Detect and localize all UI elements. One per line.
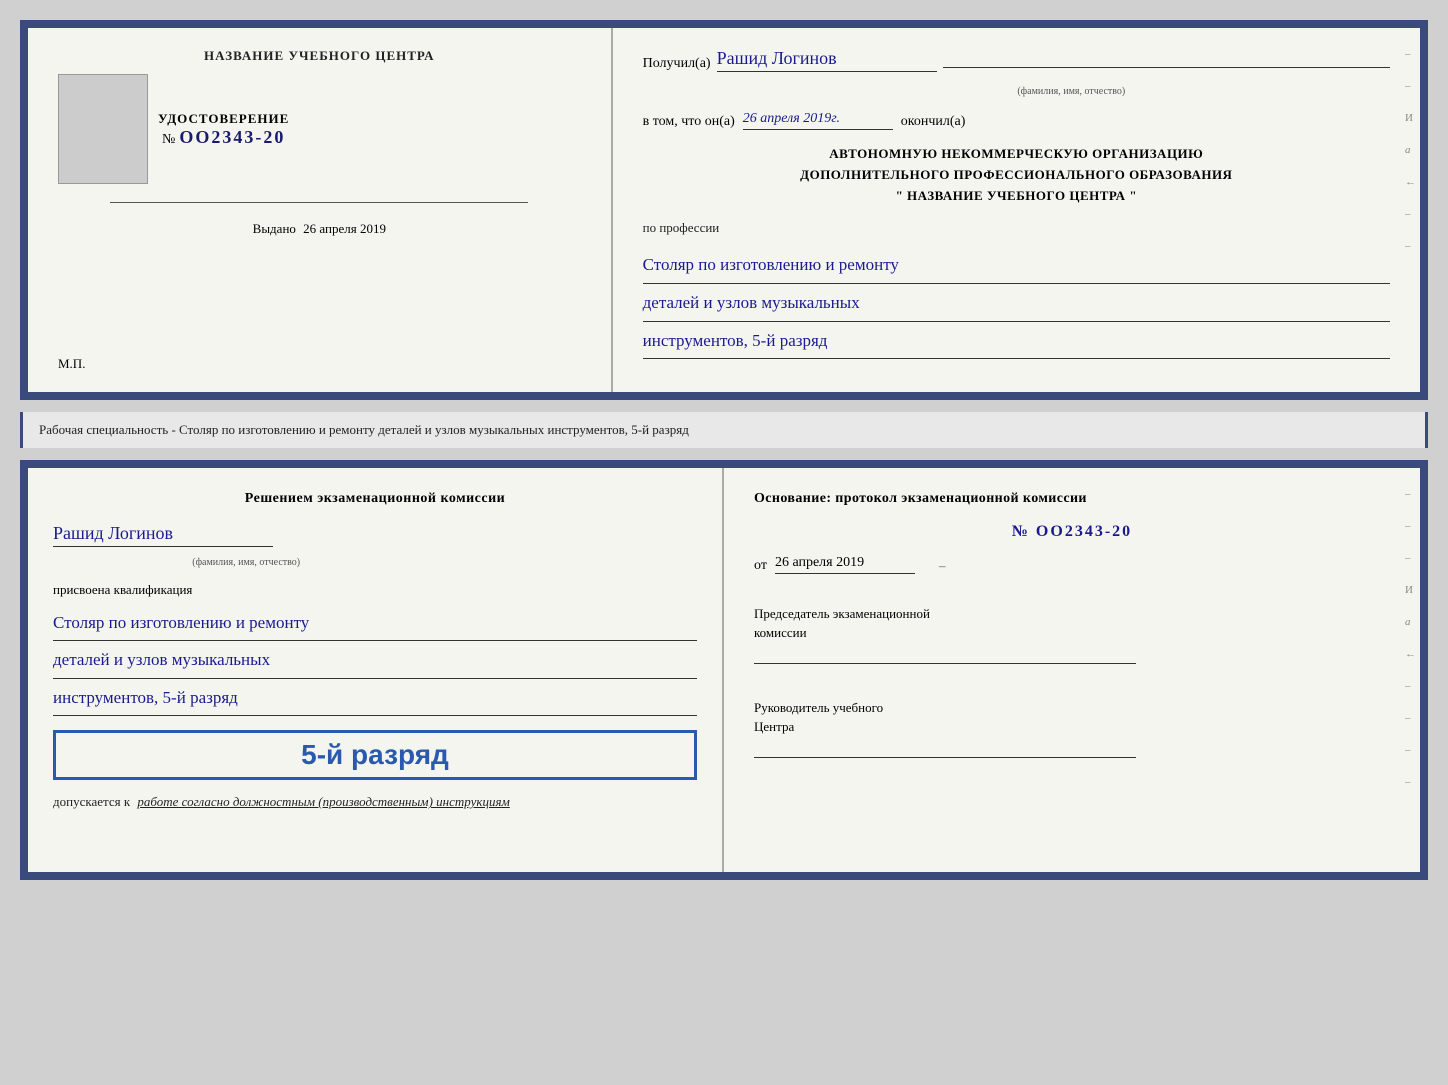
rukovoditel-block: Руководитель учебного Центра: [754, 698, 1390, 758]
vtom-date: 26 апреля 2019г.: [743, 111, 893, 130]
prof-line1: Столяр по изготовлению и ремонту: [643, 250, 1390, 284]
recipient-line: Получил(а) Рашид Логинов: [643, 48, 1390, 72]
protocol-number: № OO2343-20: [754, 523, 1390, 541]
prof-line2: деталей и узлов музыкальных: [643, 288, 1390, 322]
predsedatel-label2: комиссии: [754, 625, 807, 640]
profession-block-top: Столяр по изготовлению и ремонту деталей…: [643, 250, 1390, 359]
cert-number: OO2343-20: [179, 127, 285, 148]
recipient-name: Рашид Логинов: [717, 48, 937, 72]
middle-strip: Рабочая специальность - Столяр по изгото…: [20, 412, 1428, 448]
fio-sublabel-top: (фамилия, имя, отчество): [753, 86, 1390, 97]
cert-number-block: УДОСТОВЕРЕНИЕ № OO2343-20: [158, 111, 289, 148]
middle-text: Рабочая специальность - Столяр по изгото…: [39, 422, 689, 437]
dopuskaetsya-value: работе согласно должностным (производств…: [137, 794, 509, 809]
poluchil-label: Получил(а): [643, 56, 711, 72]
ot-date: 26 апреля 2019: [775, 555, 915, 574]
udostoverenie-label: УДОСТОВЕРЕНИЕ: [158, 111, 289, 127]
top-certificate: НАЗВАНИЕ УЧЕБНОГО ЦЕНТРА УДОСТОВЕРЕНИЕ №…: [20, 20, 1428, 400]
dopuskaetsya-label: допускается к: [53, 794, 130, 809]
photo-placeholder: [58, 74, 148, 184]
bottom-prof-line3: инструментов, 5-й разряд: [53, 683, 697, 717]
mp-line: М.П.: [58, 356, 85, 372]
prof-line3: инструментов, 5-й разряд: [643, 326, 1390, 360]
from-date-line: от 26 апреля 2019 –: [754, 555, 1390, 574]
rukovoditel-signature: [754, 757, 1136, 758]
date-line: в том, что он(а) 26 апреля 2019г. окончи…: [643, 111, 1390, 130]
org-line2: ДОПОЛНИТЕЛЬНОГО ПРОФЕССИОНАЛЬНОГО ОБРАЗО…: [643, 165, 1390, 186]
commission-title: Решением экзаменационной комиссии: [53, 488, 697, 509]
org-line3: " НАЗВАНИЕ УЧЕБНОГО ЦЕНТРА ": [643, 186, 1390, 207]
vtom-label: в том, что он(а): [643, 114, 735, 130]
bottom-cert-left: Решением экзаменационной комиссии Рашид …: [28, 468, 724, 872]
bottom-cert-right: Основание: протокол экзаменационной коми…: [724, 468, 1420, 872]
prisvoena-label: присвоена квалификация: [53, 582, 697, 598]
page-wrapper: НАЗВАНИЕ УЧЕБНОГО ЦЕНТРА УДОСТОВЕРЕНИЕ №…: [20, 20, 1428, 880]
top-cert-left: НАЗВАНИЕ УЧЕБНОГО ЦЕНТРА УДОСТОВЕРЕНИЕ №…: [28, 28, 613, 392]
bottom-prof-line2: деталей и узлов музыкальных: [53, 645, 697, 679]
rank-highlight-box: 5-й разряд: [53, 730, 697, 780]
issued-line: Выдано 26 апреля 2019: [253, 221, 386, 237]
learning-center-title-top: НАЗВАНИЕ УЧЕБНОГО ЦЕНТРА: [204, 48, 435, 64]
fio-sublabel-bottom: (фамилия, имя, отчество): [53, 557, 439, 568]
bottom-certificate: Решением экзаменационной комиссии Рашид …: [20, 460, 1428, 880]
protocol-prefix: №: [1012, 523, 1030, 540]
org-block: АВТОНОМНУЮ НЕКОММЕРЧЕСКУЮ ОРГАНИЗАЦИЮ ДО…: [643, 144, 1390, 206]
ot-label: от: [754, 558, 767, 574]
osnovanie-label: Основание: протокол экзаменационной коми…: [754, 488, 1390, 509]
dopuskaetsya-line: допускается к работе согласно должностны…: [53, 794, 697, 810]
issued-label: Выдано: [253, 221, 296, 236]
predsedatel-signature: [754, 663, 1136, 664]
issued-date: 26 апреля 2019: [303, 221, 386, 236]
okonchil-label: окончил(а): [901, 114, 966, 130]
rukovoditel-label1: Руководитель учебного: [754, 700, 883, 715]
top-cert-right: Получил(а) Рашид Логинов (фамилия, имя, …: [613, 28, 1420, 392]
predsedatel-label1: Председатель экзаменационной: [754, 606, 930, 621]
number-prefix: №: [162, 132, 175, 148]
po-professii-label: по профессии: [643, 220, 1390, 236]
profession-block-bottom: Столяр по изготовлению и ремонту деталей…: [53, 608, 697, 717]
rukovoditel-label2: Центра: [754, 719, 794, 734]
rank-highlight-text: 5-й разряд: [301, 739, 449, 770]
bottom-prof-line1: Столяр по изготовлению и ремонту: [53, 608, 697, 642]
bottom-recipient-name: Рашид Логинов: [53, 523, 273, 547]
org-line1: АВТОНОМНУЮ НЕКОММЕРЧЕСКУЮ ОРГАНИЗАЦИЮ: [643, 144, 1390, 165]
right-edge-markers: ––Иа←––: [1405, 48, 1416, 252]
predsedatel-block: Председатель экзаменационной комиссии: [754, 604, 1390, 664]
dash-line: [943, 67, 1390, 68]
protocol-num: OO2343-20: [1036, 523, 1132, 540]
bottom-right-edge-markers: –––Иа←––––: [1405, 488, 1416, 788]
